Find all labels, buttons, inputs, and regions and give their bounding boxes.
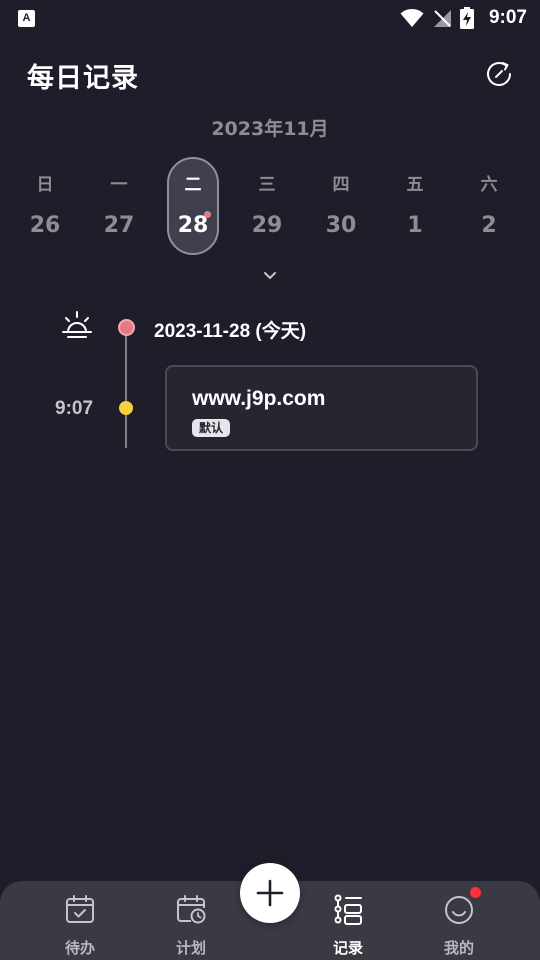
wifi-icon bbox=[400, 9, 424, 27]
entry-title: www.j9p.com bbox=[192, 387, 326, 410]
chevron-down-icon bbox=[264, 272, 276, 279]
smile-icon bbox=[445, 896, 473, 924]
plus-icon bbox=[256, 879, 284, 907]
day-cell-28-selected[interactable]: 二 28 bbox=[166, 156, 220, 256]
day-cell-26[interactable]: 日 26 bbox=[18, 156, 72, 256]
today-dot bbox=[118, 319, 135, 336]
day-cell-1[interactable]: 五 1 bbox=[388, 156, 442, 256]
record-entry-card[interactable]: www.j9p.com 默认 bbox=[165, 365, 478, 451]
day-number: 1 bbox=[407, 213, 423, 238]
page-title: 每日记录 bbox=[27, 63, 139, 94]
refresh-button[interactable] bbox=[484, 59, 514, 89]
status-bar: A 9:07 bbox=[0, 0, 540, 36]
no-signal-icon bbox=[434, 10, 451, 27]
nav-label: 计划 bbox=[175, 939, 206, 957]
notification-badge bbox=[470, 887, 481, 898]
day-name: 四 bbox=[332, 175, 350, 195]
day-cell-30[interactable]: 四 30 bbox=[314, 156, 368, 256]
entry-time: 9:07 bbox=[55, 398, 94, 419]
day-number: 2 bbox=[481, 213, 497, 238]
nav-item-plan[interactable]: 计划 bbox=[151, 887, 231, 957]
sunrise-icon bbox=[62, 311, 92, 338]
day-cell-27[interactable]: 一 27 bbox=[92, 156, 146, 256]
calendar-clock-icon bbox=[177, 895, 206, 924]
day-number: 30 bbox=[325, 213, 357, 238]
day-name: 二 bbox=[184, 175, 202, 195]
day-number: 29 bbox=[251, 213, 283, 238]
week-strip: 日 26 一 27 二 28 三 29 四 30 五 1 六 2 bbox=[14, 156, 526, 256]
refresh-icon bbox=[487, 62, 511, 86]
expand-calendar-button[interactable] bbox=[260, 268, 280, 282]
screen: A 9:07 每日记录 2023年11月 日 26 一 27 二 28 三 29… bbox=[0, 0, 540, 960]
timeline: 2023-11-28 (今天) 9:07 www.j9p.com 默认 bbox=[0, 300, 540, 460]
calendar-check-icon bbox=[66, 895, 94, 923]
day-cell-2[interactable]: 六 2 bbox=[462, 156, 516, 256]
day-number: 27 bbox=[103, 213, 135, 238]
entry-category-tag: 默认 bbox=[192, 419, 231, 437]
date-heading: 2023-11-28 (今天) bbox=[154, 321, 307, 342]
status-time: 9:07 bbox=[488, 7, 527, 28]
add-record-button[interactable] bbox=[240, 863, 300, 923]
battery-charging-icon bbox=[460, 7, 474, 29]
nav-item-me[interactable]: 我的 bbox=[419, 887, 499, 957]
nav-item-todo[interactable]: 待办 bbox=[40, 887, 120, 957]
record-dot-indicator bbox=[204, 211, 211, 218]
status-icons bbox=[400, 7, 474, 29]
nav-label: 待办 bbox=[64, 939, 95, 957]
month-label[interactable]: 2023年11月 bbox=[0, 114, 540, 141]
nav-item-records[interactable]: 记录 bbox=[308, 887, 388, 957]
day-name: 一 bbox=[110, 175, 128, 195]
nav-label: 记录 bbox=[332, 939, 363, 957]
timeline-line bbox=[125, 328, 127, 448]
day-name: 五 bbox=[406, 175, 424, 195]
entry-dot bbox=[119, 401, 133, 415]
day-name: 日 bbox=[36, 175, 54, 195]
day-name: 六 bbox=[480, 175, 498, 195]
day-number: 26 bbox=[29, 213, 61, 238]
list-icon bbox=[334, 894, 362, 925]
day-number: 28 bbox=[177, 213, 209, 238]
nav-label: 我的 bbox=[443, 939, 474, 957]
day-cell-29[interactable]: 三 29 bbox=[240, 156, 294, 256]
day-name: 三 bbox=[258, 175, 276, 195]
app-notification-icon: A bbox=[18, 10, 35, 27]
